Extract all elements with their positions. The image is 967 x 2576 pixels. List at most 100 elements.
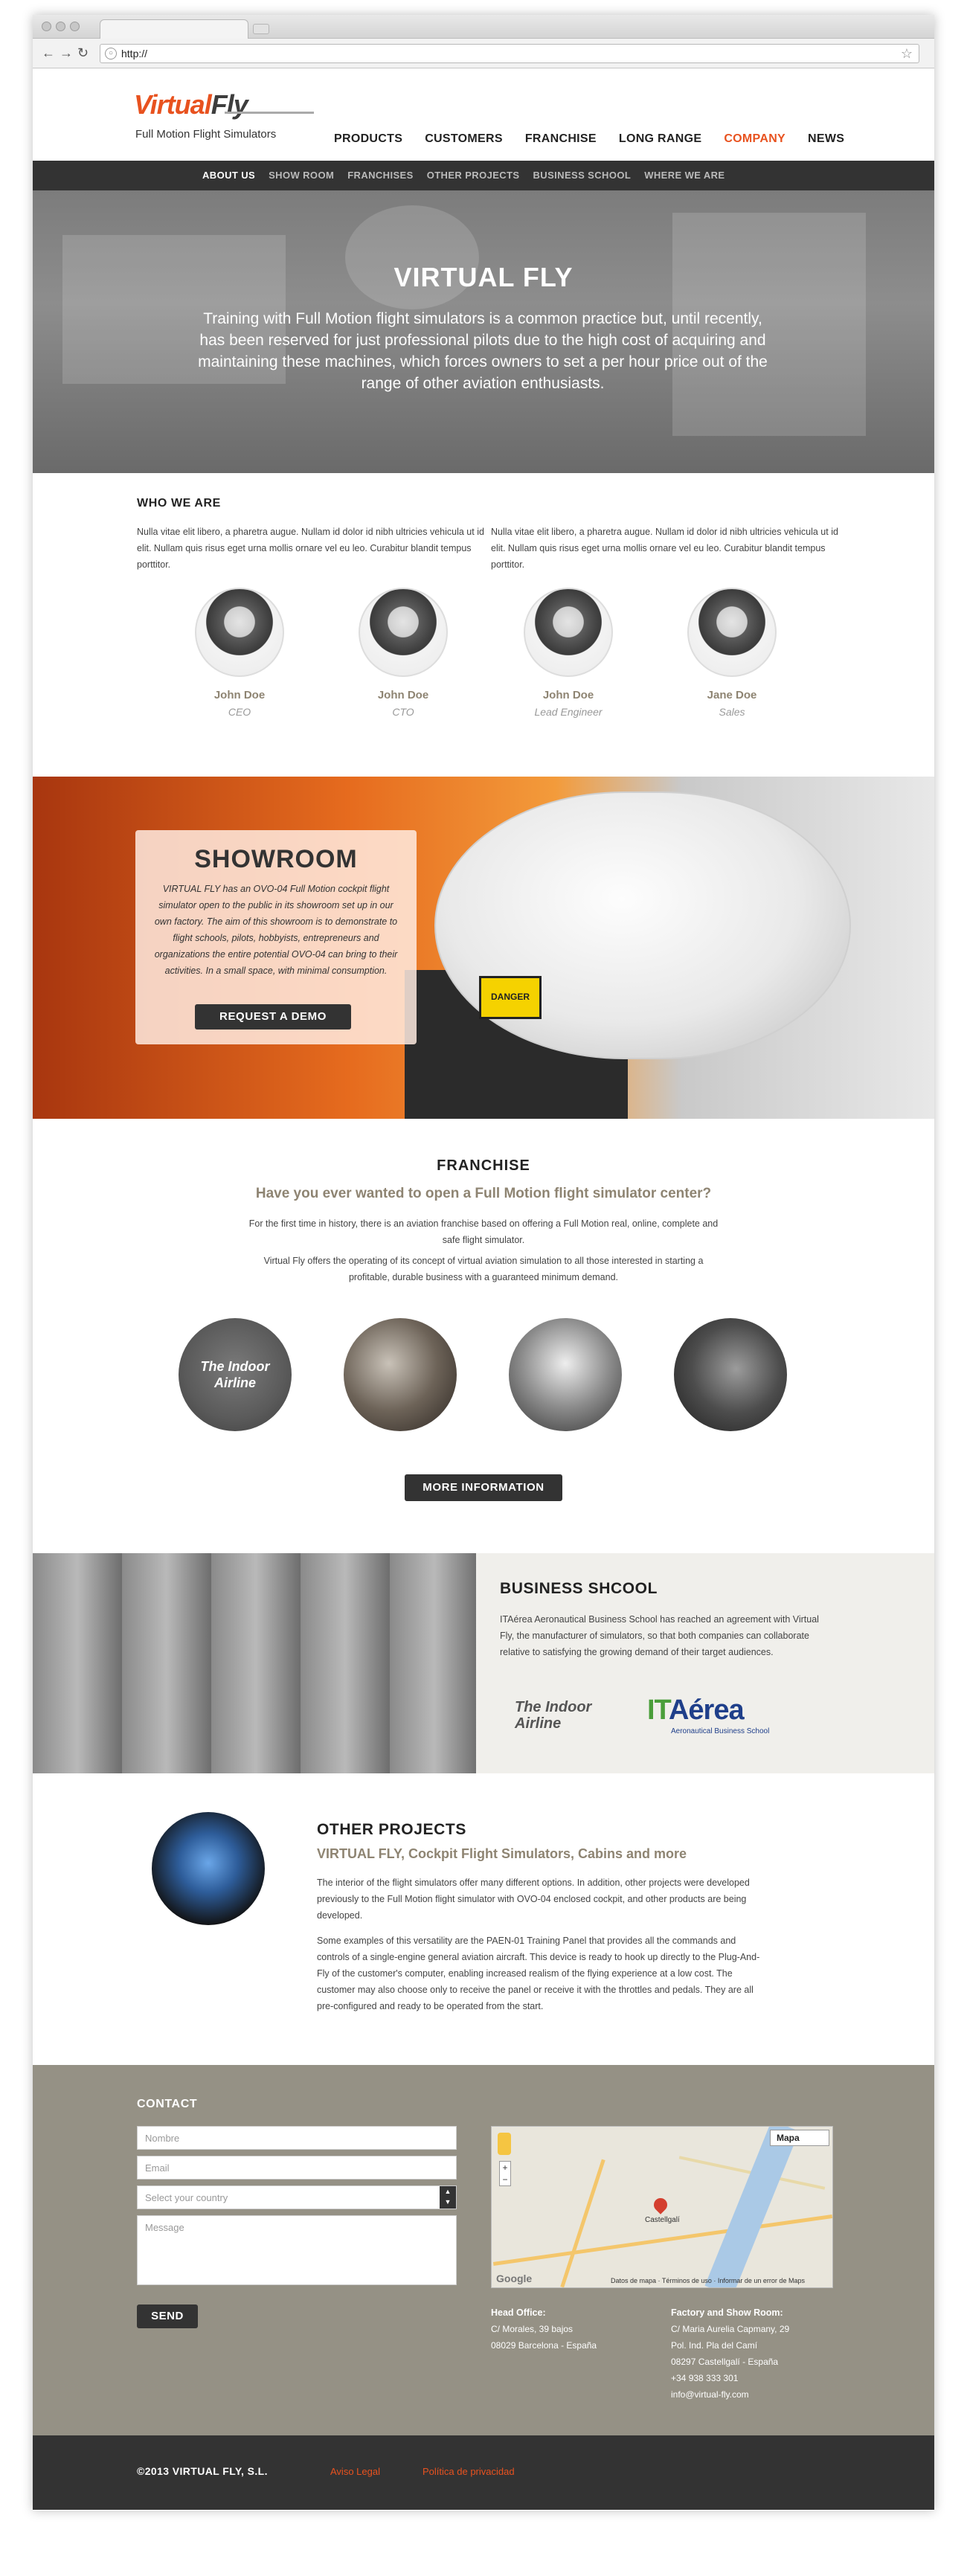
globe-icon: ○ (105, 48, 117, 60)
location-map[interactable]: Castellgalí Mapa + − Google Datos de mapa… (491, 2126, 833, 2288)
zoom-controls[interactable]: + − (499, 2161, 511, 2186)
nav-long-range[interactable]: LONG RANGE (619, 132, 701, 146)
browser-window: ← → ↻ ○ http:// ☆ VirtualFly Full Motion… (33, 15, 934, 2511)
team-member-role: Lead Engineer (534, 706, 603, 718)
contact-section: CONTACT Nombre Email Select your country… (33, 2065, 934, 2435)
request-demo-button[interactable]: REQUEST A DEMO (195, 1004, 351, 1030)
main-nav: PRODUCTS CUSTOMERS FRANCHISE LONG RANGE … (334, 132, 844, 146)
team-member: Jane Doe Sales (680, 588, 784, 718)
message-field[interactable]: Message (137, 2215, 457, 2285)
more-information-button[interactable]: MORE INFORMATION (405, 1474, 562, 1501)
send-button[interactable]: SEND (137, 2304, 198, 2328)
indoor-logo-line2: Airline (515, 1715, 562, 1732)
privacy-link[interactable]: Política de privacidad (423, 2466, 515, 2477)
browser-titlebar (33, 15, 934, 39)
team-member-name: John Doe (213, 689, 266, 701)
franchise-paragraph-2: Virtual Fly offers the operating of its … (263, 1256, 704, 1282)
subnav-other-projects[interactable]: OTHER PROJECTS (427, 170, 520, 181)
avatar (359, 588, 448, 677)
franchise-subheading: Have you ever wanted to open a Full Moti… (255, 1186, 712, 1201)
country-select[interactable]: Select your country ▲ ▼ (137, 2185, 457, 2209)
map-pin-icon[interactable] (651, 2195, 670, 2214)
nav-customers[interactable]: CUSTOMERS (425, 132, 503, 146)
subnav-business-school[interactable]: BUSINESS SCHOOL (533, 170, 632, 181)
factory-address: Factory and Show Room: C/ Maria Aurelia … (671, 2304, 789, 2403)
who-we-are-heading: WHO WE ARE (137, 497, 221, 510)
nav-company[interactable]: COMPANY (724, 132, 786, 146)
nav-franchise[interactable]: FRANCHISE (525, 132, 597, 146)
email-field[interactable]: Email (137, 2156, 457, 2180)
head-office-title: Head Office: (491, 2307, 546, 2318)
team-member-role: Sales (719, 706, 745, 718)
itaerea-logo-rest: Aérea (668, 1695, 745, 1726)
reload-icon[interactable]: ↻ (77, 45, 89, 61)
map-river (704, 2127, 800, 2287)
subnav-where-we-are[interactable]: WHERE WE ARE (644, 170, 725, 181)
subnav-franchises[interactable]: FRANCHISES (347, 170, 414, 181)
select-arrows-icon[interactable]: ▲ ▼ (440, 2186, 456, 2209)
hero-title: VIRTUAL FLY (393, 262, 574, 292)
subnav-about-us[interactable]: ABOUT US (202, 170, 255, 181)
street-view-pegman-icon[interactable] (498, 2133, 511, 2155)
map-footer-links[interactable]: Datos de mapa · Términos de uso · Inform… (611, 2277, 805, 2284)
franchise-image-1: The Indoor Airline (179, 1318, 292, 1431)
business-school-panel: BUSINESS SHCOOL ITAérea Aeronautical Bus… (476, 1553, 934, 1773)
danger-sign: DANGER (479, 976, 542, 1019)
factory-phone[interactable]: +34 938 333 301 (671, 2373, 738, 2383)
franchise-image-3 (509, 1318, 622, 1431)
subnav-show-room[interactable]: SHOW ROOM (269, 170, 334, 181)
site-footer: ©2013 VIRTUAL FLY, S.L. Aviso Legal Polí… (33, 2435, 934, 2510)
hero-text: Training with Full Motion flight simulat… (198, 310, 768, 392)
head-office-address: Head Office: C/ Morales, 39 bajos 08029 … (491, 2304, 597, 2354)
indoor-airline-logo[interactable]: The Indoor Airline (515, 1699, 591, 1732)
browser-tab[interactable] (100, 19, 248, 39)
new-tab-button[interactable] (253, 24, 269, 34)
minimize-window-button[interactable] (56, 22, 65, 31)
sub-nav: ABOUT US SHOW ROOM FRANCHISES OTHER PROJ… (33, 161, 934, 190)
other-projects-paragraph-1: The interior of the flight simulators of… (317, 1878, 750, 1921)
team-member: John Doe CTO (351, 588, 455, 718)
site-logo[interactable]: VirtualFly (134, 89, 248, 121)
team-member-name: John Doe (542, 689, 594, 701)
avatar (524, 588, 613, 677)
other-projects-paragraph-2: Some examples of this versatility are th… (317, 1936, 760, 2011)
factory-title: Factory and Show Room: (671, 2307, 783, 2318)
close-window-button[interactable] (42, 22, 51, 31)
other-projects-subheading: VIRTUAL FLY, Cockpit Flight Simulators, … (317, 1846, 687, 1861)
bookmark-star-icon[interactable]: ☆ (901, 46, 913, 62)
franchise-image-4 (674, 1318, 787, 1431)
showroom-card: SHOWROOM VIRTUAL FLY has an OVO-04 Full … (135, 830, 417, 1044)
business-school-photo (33, 1553, 476, 1773)
nav-products[interactable]: PRODUCTS (334, 132, 402, 146)
showroom-title: SHOWROOM (194, 845, 358, 873)
showroom-text: VIRTUAL FLY has an OVO-04 Full Motion co… (154, 884, 398, 976)
name-field[interactable]: Nombre (137, 2126, 457, 2150)
head-office-line: 08029 Barcelona - España (491, 2340, 597, 2351)
itaerea-logo[interactable]: ITAérea (647, 1695, 745, 1727)
factory-email-link[interactable]: info@virtual-fly.com (671, 2389, 749, 2400)
itaerea-logo-sub: Aeronautical Business School (671, 1727, 770, 1735)
simulator-image (434, 791, 851, 1059)
map-type-select[interactable]: Mapa (770, 2130, 829, 2146)
franchise-heading: FRANCHISE (437, 1157, 530, 1174)
country-select-value: Select your country (145, 2192, 228, 2203)
franchise-paragraph-1: For the first time in history, there is … (248, 1218, 719, 1245)
window-controls (42, 22, 80, 31)
team-member-role: CEO (228, 706, 251, 718)
who-paragraph-2: Nulla vitae elit libero, a pharetra augu… (491, 527, 838, 570)
factory-line: C/ Maria Aurelia Capmany, 29 (671, 2324, 790, 2334)
factory-line: Pol. Ind. Pla del Camí (671, 2340, 758, 2351)
back-arrow-icon[interactable]: ← (42, 45, 55, 61)
hero-banner: VIRTUAL FLY Training with Full Motion fl… (33, 190, 934, 473)
logo-virtual-text: Virtual (134, 89, 212, 120)
url-bar[interactable]: ○ http:// ☆ (100, 44, 919, 63)
who-paragraph-1: Nulla vitae elit libero, a pharetra augu… (137, 527, 484, 570)
url-text[interactable]: http:// (121, 48, 147, 60)
nav-news[interactable]: NEWS (808, 132, 844, 146)
maximize-window-button[interactable] (70, 22, 80, 31)
legal-link[interactable]: Aviso Legal (330, 2466, 380, 2477)
forward-arrow-icon[interactable]: → (60, 45, 73, 61)
team-member-name: John Doe (377, 689, 429, 701)
team-member-role: CTO (392, 706, 414, 718)
avatar (195, 588, 284, 677)
